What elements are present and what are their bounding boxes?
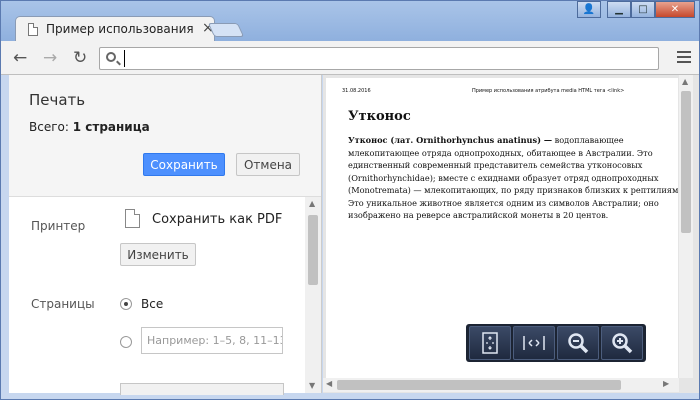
user-icon[interactable]: 👤	[577, 1, 601, 18]
scroll-down-icon[interactable]: ▼	[309, 381, 315, 390]
page-text-bold: Утконос (лат. Ornithorhynchus anatinus) …	[348, 135, 553, 145]
page-total: Всего: 1 страница	[29, 120, 150, 134]
preview-horizontal-scrollbar[interactable]: ◀ ▶	[323, 378, 679, 392]
new-tab-button[interactable]	[207, 23, 245, 37]
preview-vertical-scrollbar[interactable]: ▲	[679, 75, 693, 378]
window-close-icon[interactable]: ✕	[655, 1, 695, 18]
fit-to-width-button[interactable]	[513, 326, 555, 360]
change-destination-button[interactable]: Изменить	[120, 243, 196, 266]
scroll-up-icon[interactable]: ▲	[309, 199, 315, 208]
scrollbar-thumb[interactable]	[337, 380, 621, 390]
total-prefix: Всего:	[29, 120, 69, 134]
title-bar: Пример использования атрибута × 👤 ▁ □ ✕	[1, 1, 699, 42]
browser-window: Пример использования атрибута × 👤 ▁ □ ✕ …	[0, 0, 700, 400]
zoom-out-icon	[568, 333, 589, 354]
settings-scrollbar[interactable]: ▲ ▼	[305, 197, 321, 393]
scrollbar-thumb[interactable]	[308, 215, 318, 285]
window-controls: 👤 ▁ □ ✕	[577, 1, 695, 19]
fit-to-page-button[interactable]	[469, 326, 511, 360]
zoom-out-button[interactable]	[557, 326, 599, 360]
zoom-in-button[interactable]	[601, 326, 643, 360]
tab-title: Пример использования атрибута	[46, 22, 198, 36]
scroll-up-icon[interactable]: ▲	[682, 77, 688, 86]
page-heading: Утконос	[348, 109, 411, 124]
pages-all-label: Все	[141, 297, 164, 311]
address-input[interactable]	[124, 50, 644, 67]
print-title: Печать	[29, 91, 86, 109]
search-icon	[106, 52, 116, 62]
tab-active[interactable]: Пример использования атрибута ×	[15, 16, 215, 42]
print-header: Печать Всего: 1 страница Сохранить Отмен…	[9, 75, 321, 197]
pages-label: Страницы	[31, 297, 95, 311]
back-icon[interactable]: ←	[13, 48, 27, 68]
print-preview-area: 31.08.2016 Пример использования атрибута…	[323, 75, 699, 393]
browser-toolbar: ← → ↻	[1, 41, 699, 75]
pages-all-radio[interactable]	[120, 298, 132, 310]
fit-to-width-icon	[523, 336, 545, 350]
maximize-icon[interactable]: □	[631, 1, 655, 18]
forward-icon[interactable]: →	[43, 48, 57, 68]
page-body-text: Утконос (лат. Ornithorhynchus anatinus) …	[348, 134, 678, 222]
scroll-right-icon[interactable]: ▶	[663, 379, 669, 388]
minimize-icon[interactable]: ▁	[607, 1, 631, 18]
save-button[interactable]: Сохранить	[143, 153, 225, 176]
page-date: 31.08.2016	[342, 88, 371, 94]
total-value: 1 страница	[72, 120, 150, 134]
zoom-toolbar	[466, 324, 646, 362]
cancel-button[interactable]: Отмена	[236, 153, 300, 176]
zoom-in-icon	[612, 333, 633, 354]
document-icon	[28, 23, 38, 36]
scroll-left-icon[interactable]: ◀	[326, 379, 332, 388]
print-settings-panel: Печать Всего: 1 страница Сохранить Отмен…	[9, 75, 322, 395]
printer-label: Принтер	[31, 219, 86, 233]
address-bar[interactable]	[99, 47, 659, 70]
scrollbar-thumb[interactable]	[681, 91, 691, 233]
fit-to-page-icon	[482, 332, 498, 354]
pdf-document-icon	[125, 209, 140, 228]
pages-custom-radio[interactable]	[120, 336, 132, 348]
layout-select[interactable]	[120, 383, 284, 395]
reload-icon[interactable]: ↻	[73, 48, 87, 68]
menu-icon[interactable]	[677, 51, 691, 63]
printer-destination: Сохранить как PDF	[152, 212, 283, 227]
pages-range-input[interactable]	[141, 327, 283, 354]
page-text-rest: водоплавающее млекопитающее отряда одноп…	[348, 135, 678, 220]
page-header: Пример использования атрибута media HTML…	[472, 88, 625, 94]
